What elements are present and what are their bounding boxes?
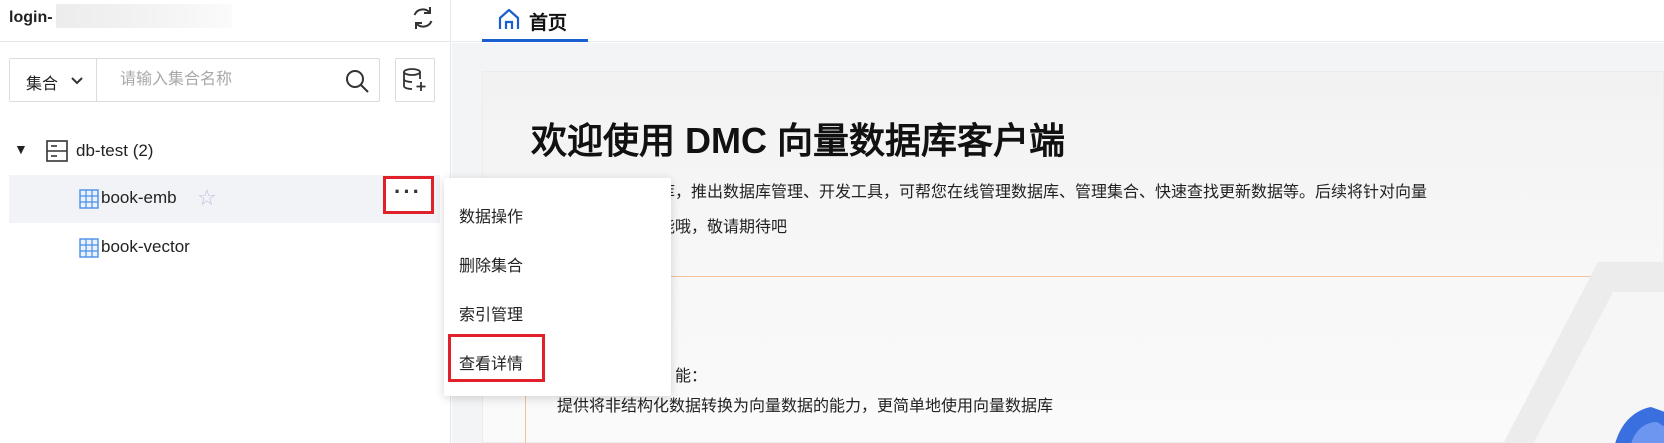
tree-database-node[interactable]: ▼ db-test (2) [0,130,440,170]
decorative-illustration [1503,262,1664,443]
refresh-icon [413,7,433,29]
table-icon [79,238,99,258]
more-actions-button[interactable]: ··· [383,176,434,214]
collection-context-menu: 数据操作 删除集合 索引管理 查看详情 [444,178,671,396]
collection-type-select[interactable]: 集合 [10,59,97,101]
welcome-description: 据库，推出数据库管理、开发工具，可帮您在线管理数据库、管理集合、快速查找更新数据… [643,184,1428,201]
tree-collection-item[interactable]: book-emb ☆ ··· [9,175,440,223]
search-icon[interactable] [344,68,370,94]
collection-select-label: 集合 [26,76,59,93]
menu-item-view-details[interactable]: 查看详情 [459,350,523,374]
home-icon [498,8,520,29]
table-icon [79,189,99,209]
tab-home-label: 首页 [529,13,568,34]
database-icon [46,140,68,162]
tab-bar: 首页 [452,0,1664,42]
collection-name: book-vector [101,237,190,256]
expand-arrow-icon[interactable]: ▼ [14,141,28,157]
database-name: db-test (2) [76,141,154,160]
menu-item-index-management[interactable]: 索引管理 [459,301,523,325]
chevron-down-icon [71,77,83,85]
redacted-login-mask [56,4,232,28]
login-label: login- [9,9,53,26]
collection-search-input[interactable] [106,60,338,100]
tab-home[interactable]: 首页 [482,0,588,42]
add-database-button[interactable] [395,58,435,102]
database-add-icon [403,68,426,91]
collection-name: book-emb [101,188,177,207]
sidebar: login- 集合 请输入集合名称 ▼ db-test (2) book-emb… [0,0,451,443]
star-icon[interactable]: ☆ [197,185,217,211]
app-root: login- 集合 请输入集合名称 ▼ db-test (2) book-emb… [0,0,1664,443]
welcome-title: 欢迎使用 DMC 向量数据库客户端 [531,120,1065,161]
collection-search-row: 集合 [9,58,380,102]
refresh-button[interactable] [408,3,438,33]
sidebar-header: login- [0,0,451,42]
more-icon: ··· [394,179,422,204]
tree-collection-item[interactable]: book-vector [9,224,440,272]
menu-item-data-operations[interactable]: 数据操作 [459,203,523,227]
feature-label: 能： [675,368,708,385]
menu-item-delete-collection[interactable]: 删除集合 [459,252,523,276]
